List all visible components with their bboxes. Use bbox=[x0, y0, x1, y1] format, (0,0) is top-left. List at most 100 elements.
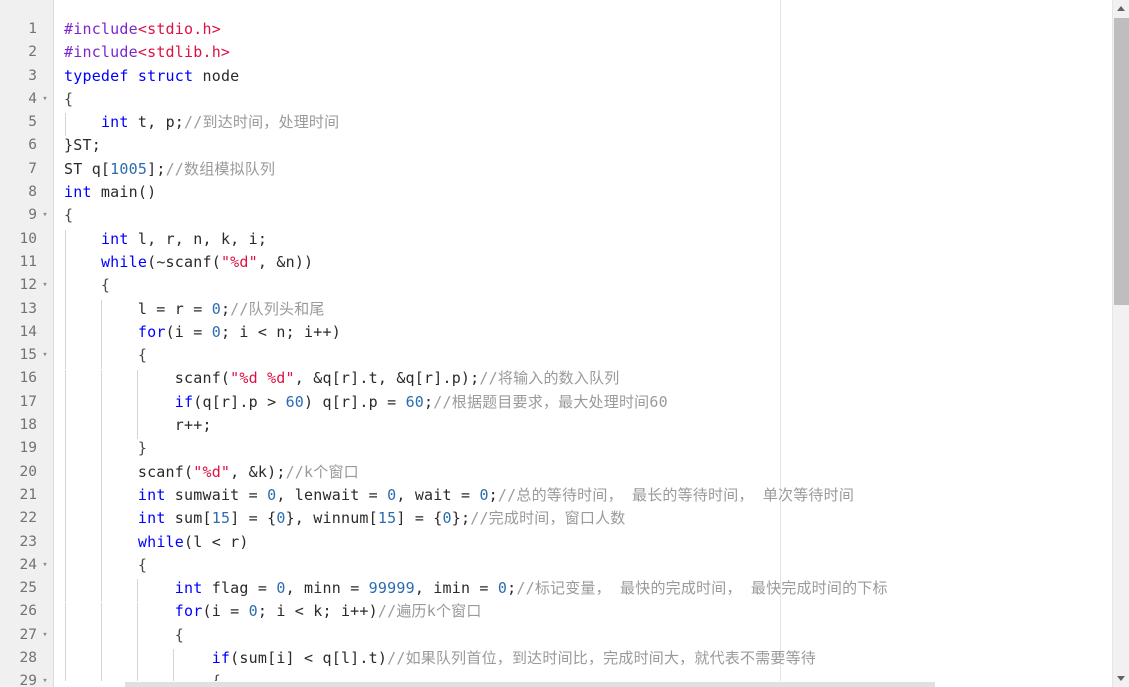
code-token-kw: struct bbox=[137, 66, 194, 85]
code-token-plain: flag = bbox=[202, 579, 277, 598]
code-content-area[interactable]: #include<stdio.h> #include<stdlib.h> typed… bbox=[55, 0, 1112, 687]
code-line[interactable]: while(l < r) bbox=[64, 531, 1112, 554]
code-line[interactable]: l = r = 0;//队列头和尾 bbox=[64, 298, 1112, 321]
code-line[interactable]: { bbox=[64, 554, 1112, 577]
code-line[interactable]: } bbox=[64, 437, 1112, 460]
code-token-plain: , &k); bbox=[230, 462, 286, 481]
code-token-plain: , &q[r].t, &q[r].p); bbox=[294, 369, 480, 388]
code-token-num: 60 bbox=[405, 392, 425, 411]
code-line[interactable]: int flag = 0, minn = 99999, imin = 0;//标… bbox=[64, 577, 1112, 600]
code-line[interactable]: int sumwait = 0, lenwait = 0, wait = 0;/… bbox=[64, 484, 1112, 507]
line-number[interactable]: 6 bbox=[0, 134, 53, 157]
line-number-text: 8 bbox=[28, 184, 37, 201]
code-line[interactable]: { bbox=[64, 274, 1112, 297]
line-number[interactable]: 10 bbox=[0, 228, 53, 251]
line-number[interactable]: 1 bbox=[0, 18, 53, 41]
line-number[interactable]: 24 ▾ bbox=[0, 554, 53, 577]
scroll-down-arrow-icon[interactable] bbox=[1113, 670, 1129, 687]
code-fold-toggle-icon[interactable]: ▾ bbox=[40, 274, 50, 297]
horizontal-scrollbar-thumb[interactable] bbox=[125, 682, 935, 687]
line-number-text: 20 bbox=[19, 463, 37, 480]
code-fold-toggle-icon[interactable]: ▾ bbox=[40, 344, 50, 367]
scroll-up-arrow-icon[interactable] bbox=[1113, 0, 1129, 17]
line-number-text: 14 bbox=[19, 323, 37, 340]
line-number[interactable]: 16 bbox=[0, 367, 53, 390]
code-token-kw: int bbox=[100, 113, 129, 132]
code-line[interactable]: { bbox=[64, 624, 1112, 647]
line-number[interactable]: 21 bbox=[0, 484, 53, 507]
code-line[interactable]: while(~scanf("%d", &n)) bbox=[64, 251, 1112, 274]
line-number[interactable]: 13 bbox=[0, 298, 53, 321]
code-line[interactable]: for(i = 0; i < k; i++)//遍历k个窗口 bbox=[64, 600, 1112, 623]
line-number-text: 28 bbox=[19, 650, 37, 667]
code-fold-toggle-icon[interactable]: ▾ bbox=[40, 554, 50, 577]
code-token-plain: , &n)) bbox=[257, 252, 314, 271]
line-number[interactable]: 4 ▾ bbox=[0, 88, 53, 111]
line-number[interactable]: 2 bbox=[0, 41, 53, 64]
code-token-num: 0 bbox=[248, 602, 258, 621]
code-line[interactable]: int sum[15] = {0}, winnum[15] = {0};//完成… bbox=[64, 507, 1112, 530]
code-token-inc: <stdlib.h> bbox=[137, 43, 231, 62]
code-line[interactable]: { bbox=[64, 88, 1112, 111]
line-number[interactable]: 5 bbox=[0, 111, 53, 134]
code-fold-toggle-icon[interactable]: ▾ bbox=[40, 88, 50, 111]
code-line[interactable]: scanf("%d", &k);//k个窗口 bbox=[64, 461, 1112, 484]
code-line[interactable]: #include<stdio.h> bbox=[64, 18, 1112, 41]
code-line[interactable]: { bbox=[64, 204, 1112, 227]
line-number-text: 6 bbox=[28, 137, 37, 154]
code-token-plain: (~scanf( bbox=[147, 252, 221, 271]
code-line[interactable]: for(i = 0; i < n; i++) bbox=[64, 321, 1112, 344]
code-fold-toggle-icon[interactable]: ▾ bbox=[40, 670, 50, 687]
line-number[interactable]: 20 bbox=[0, 461, 53, 484]
line-number[interactable]: 9 ▾ bbox=[0, 204, 53, 227]
line-number[interactable]: 23 bbox=[0, 531, 53, 554]
code-line[interactable]: typedef struct node bbox=[64, 65, 1112, 88]
line-number[interactable]: 15 ▾ bbox=[0, 344, 53, 367]
line-number[interactable]: 27 ▾ bbox=[0, 624, 53, 647]
code-token-kw: for bbox=[137, 322, 166, 341]
horizontal-scrollbar[interactable] bbox=[55, 681, 1112, 687]
line-number[interactable]: 26 bbox=[0, 600, 53, 623]
code-editor[interactable]: 1 2 3 4 ▾ 5 6 7 8 9 ▾ 10 11 12 ▾ 13 14 15 ▾ 16 17 18 19 20 21 22 2… bbox=[0, 0, 1129, 687]
code-line[interactable]: { bbox=[64, 344, 1112, 367]
code-fold-toggle-icon[interactable]: ▾ bbox=[40, 624, 50, 647]
code-fold-toggle-icon[interactable]: ▾ bbox=[40, 204, 50, 227]
code-line[interactable]: }ST; bbox=[64, 134, 1112, 157]
code-token-pre: #include bbox=[64, 20, 138, 38]
line-number[interactable]: 18 bbox=[0, 414, 53, 437]
line-number[interactable]: 12 ▾ bbox=[0, 274, 53, 297]
line-number[interactable]: 19 bbox=[0, 437, 53, 460]
code-line[interactable]: if(sum[i] < q[l].t)//如果队列首位，到达时间比，完成时间大，… bbox=[64, 647, 1112, 670]
code-line[interactable]: ST q[1005];//数组模拟队列 bbox=[64, 158, 1112, 181]
vertical-scrollbar-thumb[interactable] bbox=[1114, 18, 1129, 305]
line-number[interactable]: 3 bbox=[0, 65, 53, 88]
vertical-scrollbar[interactable] bbox=[1112, 0, 1129, 687]
line-number[interactable]: 28 bbox=[0, 647, 53, 670]
code-token-cmt: //数组模拟队列 bbox=[165, 159, 276, 178]
code-line[interactable]: r++; bbox=[64, 414, 1112, 437]
code-token-num: 15 bbox=[211, 509, 231, 528]
code-token-plain: (l < r) bbox=[184, 532, 249, 551]
line-number[interactable]: 22 bbox=[0, 507, 53, 530]
code-line[interactable]: int t, p;//到达时间，处理时间 bbox=[64, 111, 1112, 134]
line-number[interactable]: 29 ▾ bbox=[0, 670, 53, 687]
code-token-kw: for bbox=[174, 602, 203, 621]
line-number[interactable]: 7 bbox=[0, 158, 53, 181]
code-token-cmt: //到达时间，处理时间 bbox=[184, 113, 340, 132]
code-line[interactable]: int main() bbox=[64, 181, 1112, 204]
code-line[interactable]: #include<stdlib.h> bbox=[64, 41, 1112, 64]
code-line[interactable]: if(q[r].p > 60) q[r].p = 60;//根据题目要求，最大处… bbox=[64, 391, 1112, 414]
code-token-kw: int bbox=[137, 485, 166, 504]
code-token-plain: r++; bbox=[64, 416, 212, 435]
line-number[interactable]: 8 bbox=[0, 181, 53, 204]
line-number[interactable]: 11 bbox=[0, 251, 53, 274]
line-number[interactable]: 17 bbox=[0, 391, 53, 414]
code-line[interactable]: int l, r, n, k, i; bbox=[64, 228, 1112, 251]
code-token-plain: , lenwait = bbox=[276, 485, 388, 504]
line-number[interactable]: 25 bbox=[0, 577, 53, 600]
line-number[interactable]: 14 bbox=[0, 321, 53, 344]
code-token-plain: ; i < n; i++) bbox=[220, 322, 341, 341]
line-number-gutter[interactable]: 1 2 3 4 ▾ 5 6 7 8 9 ▾ 10 11 12 ▾ 13 14 15 ▾ 16 17 18 19 20 21 22 2… bbox=[0, 0, 54, 687]
line-number-text: 25 bbox=[19, 580, 37, 597]
code-line[interactable]: scanf("%d %d", &q[r].t, &q[r].p);//将输入的数… bbox=[64, 367, 1112, 390]
